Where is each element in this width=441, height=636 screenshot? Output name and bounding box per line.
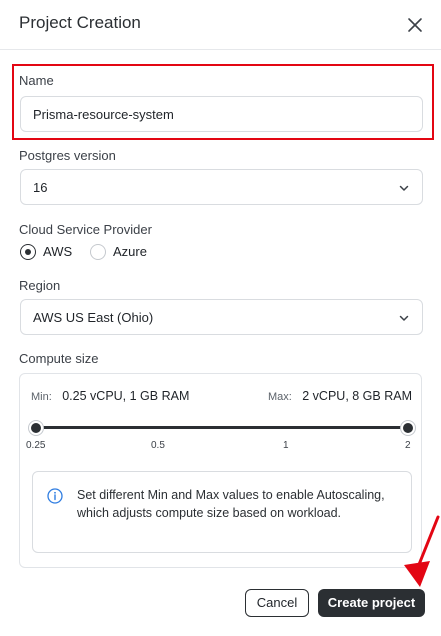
compute-size-label: Compute size <box>19 351 99 366</box>
chevron-down-icon <box>399 185 409 191</box>
postgres-version-value: 16 <box>33 180 48 195</box>
chevron-down-icon <box>399 315 409 321</box>
close-icon[interactable] <box>404 14 426 36</box>
tick-label: 1 <box>283 440 289 451</box>
project-creation-dialog: Project Creation Name Prisma-resource-sy… <box>0 0 441 636</box>
min-value: 0.25 vCPU, 1 GB RAM <box>62 389 190 403</box>
cloud-provider-label: Cloud Service Provider <box>19 222 152 237</box>
dialog-title: Project Creation <box>19 13 141 32</box>
compute-slider-max-handle[interactable] <box>401 421 415 435</box>
region-select[interactable]: AWS US East (Ohio) <box>20 299 423 335</box>
name-input-value: Prisma-resource-system <box>33 107 174 122</box>
create-project-button[interactable]: Create project <box>318 589 425 617</box>
region-value: AWS US East (Ohio) <box>33 310 154 325</box>
postgres-version-select[interactable]: 16 <box>20 169 423 205</box>
compute-slider-min-handle[interactable] <box>29 421 43 435</box>
tick-label: 0.25 <box>26 440 46 451</box>
tick-label: 2 <box>405 440 411 451</box>
min-key: Min: <box>31 391 52 403</box>
postgres-version-label: Postgres version <box>19 148 116 163</box>
tick-label: 0.5 <box>151 440 165 451</box>
dialog-header: Project Creation <box>0 0 441 50</box>
cancel-button[interactable]: Cancel <box>245 589 309 617</box>
region-label: Region <box>19 278 61 293</box>
autoscaling-info-box: Set different Min and Max values to enab… <box>32 471 412 553</box>
info-icon <box>47 488 63 504</box>
radio-azure[interactable] <box>90 244 106 260</box>
radio-aws[interactable] <box>20 244 36 260</box>
max-value: 2 vCPU, 8 GB RAM <box>302 389 412 403</box>
name-input[interactable]: Prisma-resource-system <box>20 96 423 132</box>
annotation-arrow-icon <box>404 515 440 587</box>
compute-slider-track[interactable] <box>36 426 408 429</box>
max-key: Max: <box>267 391 292 403</box>
radio-aws-label[interactable]: AWS <box>43 244 72 259</box>
name-label: Name <box>19 73 54 88</box>
radio-azure-label[interactable]: Azure <box>113 244 147 259</box>
min-readout: Min: 0.25 vCPU, 1 GB RAM <box>31 387 189 405</box>
autoscaling-info-text: Set different Min and Max values to enab… <box>77 488 385 520</box>
max-readout: Max: 2 vCPU, 8 GB RAM <box>268 387 412 405</box>
